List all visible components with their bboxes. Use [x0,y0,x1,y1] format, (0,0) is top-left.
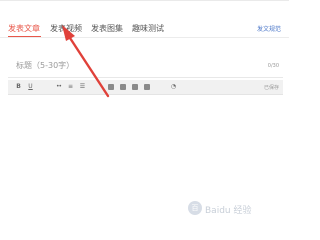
unordered-list-icon[interactable]: ≡ [66,82,75,91]
clear-format-icon[interactable]: ◔ [169,82,178,91]
tab-fun-quiz[interactable]: 趣味测试 [132,22,164,36]
baidu-watermark: 百 Baidu 经验 [188,198,284,222]
tab-publish-video[interactable]: 发表视频 [50,22,82,36]
bold-button[interactable]: B [14,82,23,91]
title-field[interactable]: 标题（5-30字） 0/30 [8,55,283,78]
underline-button[interactable]: U [26,82,35,91]
title-char-counter: 0/30 [267,63,279,69]
watermark-text: Baidu 经验 [205,206,252,216]
indent-icon[interactable]: ☰ [78,82,87,91]
tab-publish-article[interactable]: 发表文章 [8,22,40,36]
tab-publish-gallery[interactable]: 发表图集 [91,22,123,36]
title-placeholder: 标题（5-30字） [16,61,75,70]
video-icon[interactable] [118,82,127,91]
autosave-status: 已保存 [263,85,279,91]
watermark-logo: 百 [188,201,202,215]
image-icon[interactable] [106,82,115,91]
publishing-guidelines-link[interactable]: 发文规范 [257,24,281,33]
top-divider [0,0,289,1]
ordered-list-icon[interactable]: •• [54,82,63,91]
tabs-divider [0,37,289,38]
table-icon[interactable] [130,82,139,91]
code-icon[interactable] [142,82,151,91]
publish-tabs: 发表文章 发表视频 发表图集 趣味测试 [0,22,289,38]
editor-toolbar: B U •• ≡ ☰ ◔ 已保存 [8,80,283,95]
